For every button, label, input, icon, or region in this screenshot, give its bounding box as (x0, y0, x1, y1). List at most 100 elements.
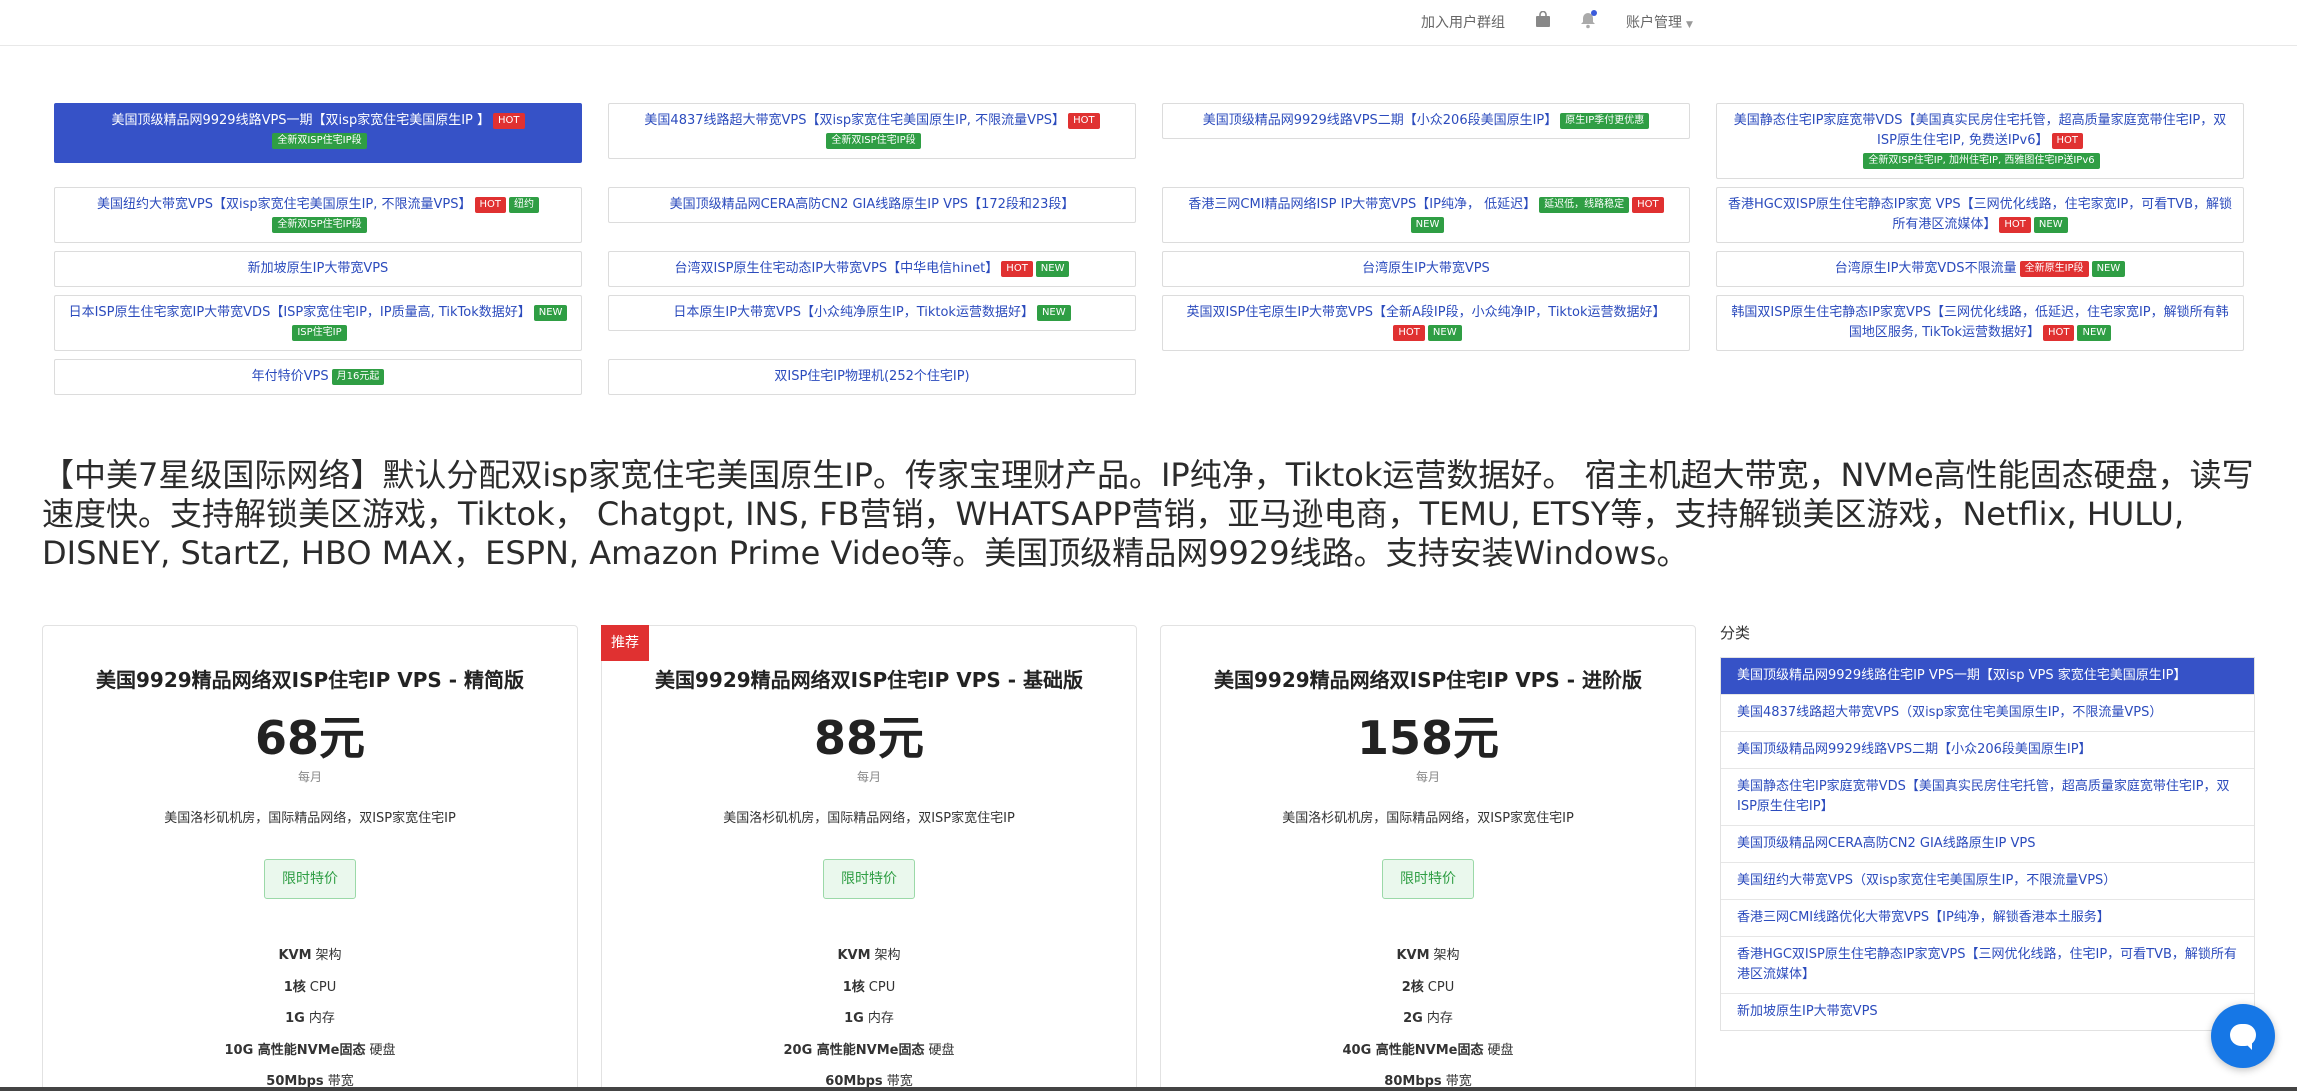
billing-period: 每月 (1415, 770, 1440, 784)
promo-button[interactable]: 限时特价 (823, 859, 915, 899)
category-label: 新加坡原生IP大带宽VPS (247, 261, 389, 276)
product-title: 美国9929精品网络双ISP住宅IP VPS - 精简版 (96, 668, 524, 692)
product-card[interactable]: 推荐 美国9929精品网络双ISP住宅IP VPS - 基础版 88元 每月 美国洛杉矶… (601, 625, 1137, 1091)
new-badge: NEW (2077, 324, 2112, 341)
spec-list: KVM 架构 1核 CPU 1G 内存 10G 高性能NVMe固态 硬盘 50Mbps 带宽 (43, 940, 577, 1091)
spec-row: 10G 高性能NVMe固态 硬盘 (43, 1035, 577, 1067)
spec-label: 硬盘 (369, 1042, 396, 1058)
product-location: 美国洛杉矶机房，国际精品网络，双ISP家宽住宅IP (164, 811, 456, 826)
hot-badge: HOT (1999, 216, 2031, 233)
category-grid: 美国顶级精品网9929线路VPS一期【双isp家宽住宅美国原生IP 】 HOT 全新… (54, 103, 2244, 395)
sidebar-category-item[interactable]: 香港三网CMI线路优化大带宽VPS【IP纯净，解锁香港本土服务】 (1721, 900, 2254, 937)
product-description: 【中美7星级国际网络】默认分配双isp家宽住宅美国原生IP。传家宝理财产品。IP… (42, 456, 2254, 572)
tag-badge: 延迟低，线路稳定 (1539, 196, 1630, 213)
spec-label: CPU (868, 979, 896, 995)
spec-row: 1G 内存 (602, 1003, 1136, 1035)
sidebar-category-item[interactable]: 美国纽约大带宽VPS（双isp家宽住宅美国原生IP，不限流量VPS） (1721, 863, 2254, 900)
category-item[interactable]: 美国静态住宅IP家庭宽带VDS【美国真实民房住宅托管，超高质量家庭宽带住宅IP，… (1716, 103, 2244, 179)
spec-label: 架构 (1433, 948, 1460, 963)
category-item[interactable]: 香港HGC双ISP原生住宅静态IP家宽 VPS【三网优化线路，住宅家宽IP，可看… (1716, 187, 2244, 243)
bell-icon[interactable] (1578, 10, 1598, 30)
spec-value: 10G 高性能NVMe固态 (224, 1042, 366, 1058)
product-price: 158元 (1356, 711, 1500, 765)
sidebar-category-item[interactable]: 新加坡原生IP大带宽VPS (1721, 994, 2254, 1030)
category-label: 香港HGC双ISP原生住宅静态IP家宽 VPS【三网优化线路，住宅家宽IP，可看… (1727, 197, 2233, 232)
spec-label: 硬盘 (1487, 1042, 1514, 1058)
spec-label: 架构 (315, 948, 342, 963)
category-item[interactable]: 美国纽约大带宽VPS【双isp家宽住宅美国原生IP, 不限流量VPS】 HOT 纽约… (54, 187, 582, 243)
spec-list: KVM 架构 2核 CPU 2G 内存 40G 高性能NVMe固态 硬盘 80Mbps 带宽 (1161, 940, 1695, 1091)
ip-segment-badge: 全新双ISP住宅IP段 (272, 132, 367, 149)
spec-row: KVM 架构 (602, 940, 1136, 972)
new-badge: NEW (1035, 260, 1070, 277)
shopping-bag-icon[interactable] (1534, 10, 1552, 29)
account-menu[interactable]: 账户管理 ▼ (1626, 12, 1693, 32)
chat-button[interactable] (2211, 1004, 2275, 1068)
tag-badge: 全新原生IP段 (2019, 260, 2089, 277)
spec-value: 1核 (283, 979, 306, 995)
category-item[interactable]: 年付特价VPS 月16元起 (54, 359, 582, 395)
ip-segment-badge: 全新双ISP住宅IP段 (826, 132, 921, 149)
new-badge: NEW (2091, 260, 2126, 277)
category-label: 美国4837线路超大带宽VPS【双isp家宽住宅美国原生IP, 不限流量VPS】 (644, 113, 1066, 128)
new-badge: NEW (1410, 216, 1445, 233)
spec-value: KVM (837, 948, 871, 963)
join-group-link[interactable]: 加入用户群组 (1421, 12, 1505, 32)
category-item[interactable]: 美国顶级精品网9929线路VPS一期【双isp家宽住宅美国原生IP 】 HOT 全新… (54, 103, 582, 163)
spec-value: 2核 (1401, 979, 1424, 995)
category-item[interactable]: 英国双ISP住宅原生IP大带宽VPS【全新A段IP段，小众纯净IP，Tiktok… (1162, 295, 1690, 351)
category-label: 台湾双ISP原生住宅动态IP大带宽VPS【中华电信hinet】 (674, 261, 999, 276)
chevron-down-icon: ▼ (1686, 20, 1693, 30)
bottom-border (0, 1087, 2297, 1091)
spec-value: 2G (1403, 1011, 1423, 1026)
ip-segment-badge: 全新双ISP住宅IP, 加州住宅IP, 西雅图住宅IP送IPv6 (1863, 152, 2100, 169)
spec-value: 20G 高性能NVMe固态 (783, 1042, 925, 1058)
category-label: 美国顶级精品网9929线路VPS一期【双isp家宽住宅美国原生IP 】 (111, 113, 490, 128)
sidebar-category-item[interactable]: 美国顶级精品网CERA高防CN2 GIA线路原生IP VPS (1721, 826, 2254, 863)
sidebar-category-item[interactable]: 美国顶级精品网9929线路住宅IP VPS一期【双isp VPS 家宽住宅美国原… (1721, 658, 2254, 695)
category-label: 美国顶级精品网CERA高防CN2 GIA线路原生IP VPS【172段和23段】 (669, 197, 1075, 212)
category-item[interactable]: 美国4837线路超大带宽VPS【双isp家宽住宅美国原生IP, 不限流量VPS】… (608, 103, 1136, 159)
spec-row: 20G 高性能NVMe固态 硬盘 (602, 1035, 1136, 1067)
hot-badge: HOT (2042, 324, 2075, 341)
billing-period: 每月 (297, 770, 322, 784)
category-item[interactable]: 台湾原生IP大带宽VDS不限流量 全新原生IP段 NEW (1716, 251, 2244, 287)
hot-badge: HOT (474, 196, 507, 213)
category-label: 英国双ISP住宅原生IP大带宽VPS【全新A段IP段，小众纯净IP，Tiktok… (1186, 305, 1666, 320)
sidebar-category-item[interactable]: 香港HGC双ISP原生住宅静态IP家宽VPS【三网优化线路，住宅IP，可看TVB… (1721, 937, 2254, 994)
category-item[interactable]: 双ISP住宅IP物理机(252个住宅IP) (608, 359, 1136, 395)
category-item[interactable]: 新加坡原生IP大带宽VPS (54, 251, 582, 287)
category-label: 韩国双ISP原生住宅静态IP家宽VPS【三网优化线路，低延迟，住宅家宽IP，解锁… (1731, 305, 2229, 340)
category-item[interactable]: 台湾双ISP原生住宅动态IP大带宽VPS【中华电信hinet】 HOT NEW (608, 251, 1136, 287)
recommend-ribbon: 推荐 (601, 625, 649, 661)
promo-button[interactable]: 限时特价 (264, 859, 356, 899)
category-item[interactable]: 日本原生IP大带宽VPS【小众纯净原生IP，Tiktok运营数据好】 NEW (608, 295, 1136, 331)
spec-value: 1G (285, 1011, 305, 1026)
product-price: 88元 (813, 711, 924, 765)
category-item[interactable]: 韩国双ISP原生住宅静态IP家宽VPS【三网优化线路，低延迟，住宅家宽IP，解锁… (1716, 295, 2244, 351)
spec-value: KVM (1396, 948, 1430, 963)
sidebar-category-item[interactable]: 美国顶级精品网9929线路VPS二期【小众206段美国原生IP】 (1721, 732, 2254, 769)
category-label: 台湾原生IP大带宽VPS (1362, 261, 1490, 276)
category-label: 日本ISP原生住宅家宽IP大带宽VDS【ISP家宽住宅IP，IP质量高, Tik… (68, 305, 531, 320)
tag-badge: ISP住宅IP (292, 324, 347, 341)
product-card[interactable]: 美国9929精品网络双ISP住宅IP VPS - 进阶版 158元 每月 美国洛杉矶机… (1160, 625, 1696, 1091)
new-badge: NEW (1036, 304, 1071, 321)
spec-row: 2核 CPU (1161, 972, 1695, 1004)
product-card[interactable]: 美国9929精品网络双ISP住宅IP VPS - 精简版 68元 每月 美国洛杉矶机房… (42, 625, 578, 1091)
promo-button[interactable]: 限时特价 (1382, 859, 1474, 899)
product-title: 美国9929精品网络双ISP住宅IP VPS - 基础版 (655, 668, 1083, 692)
sidebar-category-item[interactable]: 美国静态住宅IP家庭宽带VDS【美国真实民房住宅托管，超高质量家庭宽带住宅IP，… (1721, 769, 2254, 826)
hot-badge: HOT (1001, 260, 1033, 277)
category-item[interactable]: 日本ISP原生住宅家宽IP大带宽VDS【ISP家宽住宅IP，IP质量高, Tik… (54, 295, 582, 351)
top-navbar: 加入用户群组 账户管理 ▼ (0, 0, 2297, 46)
category-item[interactable]: 香港三网CMI精品网络ISP IP大带宽VPS【IP纯净， 低延迟】 延迟低，线路… (1162, 187, 1690, 243)
spec-label: CPU (1427, 979, 1455, 995)
category-item[interactable]: 美国顶级精品网9929线路VPS二期【小众206段美国原生IP】 原生IP季付更优… (1162, 103, 1690, 139)
category-label: 美国纽约大带宽VPS【双isp家宽住宅美国原生IP, 不限流量VPS】 (96, 197, 472, 212)
category-label: 台湾原生IP大带宽VDS不限流量 (1834, 261, 2017, 276)
category-item[interactable]: 美国顶级精品网CERA高防CN2 GIA线路原生IP VPS【172段和23段】 (608, 187, 1136, 223)
sidebar-category-item[interactable]: 美国4837线路超大带宽VPS（双isp家宽住宅美国原生IP，不限流量VPS） (1721, 695, 2254, 732)
spec-list: KVM 架构 1核 CPU 1G 内存 20G 高性能NVMe固态 硬盘 60Mbps 带宽 (602, 940, 1136, 1091)
category-item[interactable]: 台湾原生IP大带宽VPS (1162, 251, 1690, 287)
